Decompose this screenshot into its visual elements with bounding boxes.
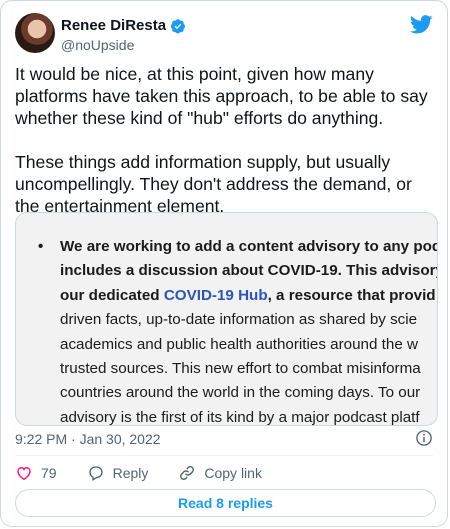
screenshot-text-line: advisory is the first of its kind by a m… — [38, 406, 437, 426]
screenshot-text-bold: includes a discussion about COVID-19. Th… — [60, 262, 438, 280]
screenshot-text-line: We are working to add a content advisory… — [38, 235, 438, 259]
screenshot-text-line: countries around the world in the coming… — [38, 381, 437, 405]
tweet-paragraph-1: It would be nice, at this point, given h… — [15, 64, 428, 128]
screenshot-text-line: includes a discussion about COVID-19. Th… — [38, 259, 438, 283]
screenshot-text-bold: add a content advisory to any pod — [194, 238, 438, 255]
reply-icon — [88, 466, 103, 481]
screenshot-text-bold: our dedicated — [60, 286, 164, 304]
screenshot-text-regular: We are working to — [60, 238, 195, 255]
tweet-image[interactable]: • We are working to add a content adviso… — [15, 212, 438, 426]
tweet-paragraph-2: These things add information supply, but… — [15, 152, 412, 216]
screenshot-text-regular: academics and public health authorities … — [60, 335, 418, 353]
verified-badge-icon — [170, 18, 186, 33]
screenshot-text-regular: driven facts, up-to-date information as … — [60, 311, 418, 329]
screenshot-text-line: trusted sources. This new effort to comb… — [38, 357, 437, 381]
actions-divider — [15, 455, 433, 456]
tweet-actions: 79 Reply Copy link — [15, 463, 292, 483]
tweet-text: It would be nice, at this point, given h… — [15, 63, 435, 217]
covid-hub-link-text: COVID-19 Hub — [163, 286, 268, 304]
copy-link-button[interactable]: Copy link — [178, 464, 262, 482]
screenshot-text-line: academics and public health authorities … — [38, 333, 437, 357]
reply-button[interactable]: Reply — [87, 464, 149, 482]
author-handle[interactable]: @noUpside — [61, 37, 134, 53]
screenshot-text-line: our dedicated COVID-19 Hub, a resource t… — [38, 284, 437, 308]
screenshot-text-bold: , a resource that provid — [267, 286, 436, 304]
tweet-card: Renee DiResta @noUpside It would be nice… — [0, 0, 448, 527]
tweet-timestamp[interactable]: 9:22 PM · Jan 30, 2022 — [15, 431, 161, 447]
avatar[interactable] — [15, 13, 55, 53]
twitter-bird-icon[interactable] — [410, 15, 433, 34]
screenshot-text-regular: countries around the world in the coming… — [60, 384, 421, 402]
like-button[interactable]: 79 — [15, 464, 57, 482]
copy-link-label: Copy link — [204, 465, 262, 481]
reply-label: Reply — [112, 465, 149, 481]
heart-icon — [17, 466, 31, 481]
screenshot-text-regular: trusted sources. This new effort to comb… — [60, 360, 421, 378]
info-icon[interactable] — [415, 429, 433, 447]
read-replies-button[interactable]: Read 8 replies — [15, 489, 436, 517]
screenshot-text-block: • We are working to add a content adviso… — [16, 213, 438, 426]
tweet-header: Renee DiResta @noUpside — [15, 11, 433, 55]
screenshot-text-line: driven facts, up-to-date information as … — [38, 308, 437, 332]
bullet-marker: • — [38, 238, 44, 255]
author-name-row[interactable]: Renee DiResta — [61, 17, 186, 34]
screenshot-text-regular: advisory is the first of its kind by a m… — [60, 408, 420, 426]
link-icon — [180, 466, 195, 480]
like-count: 79 — [41, 465, 57, 481]
author-name[interactable]: Renee DiResta — [61, 17, 166, 34]
